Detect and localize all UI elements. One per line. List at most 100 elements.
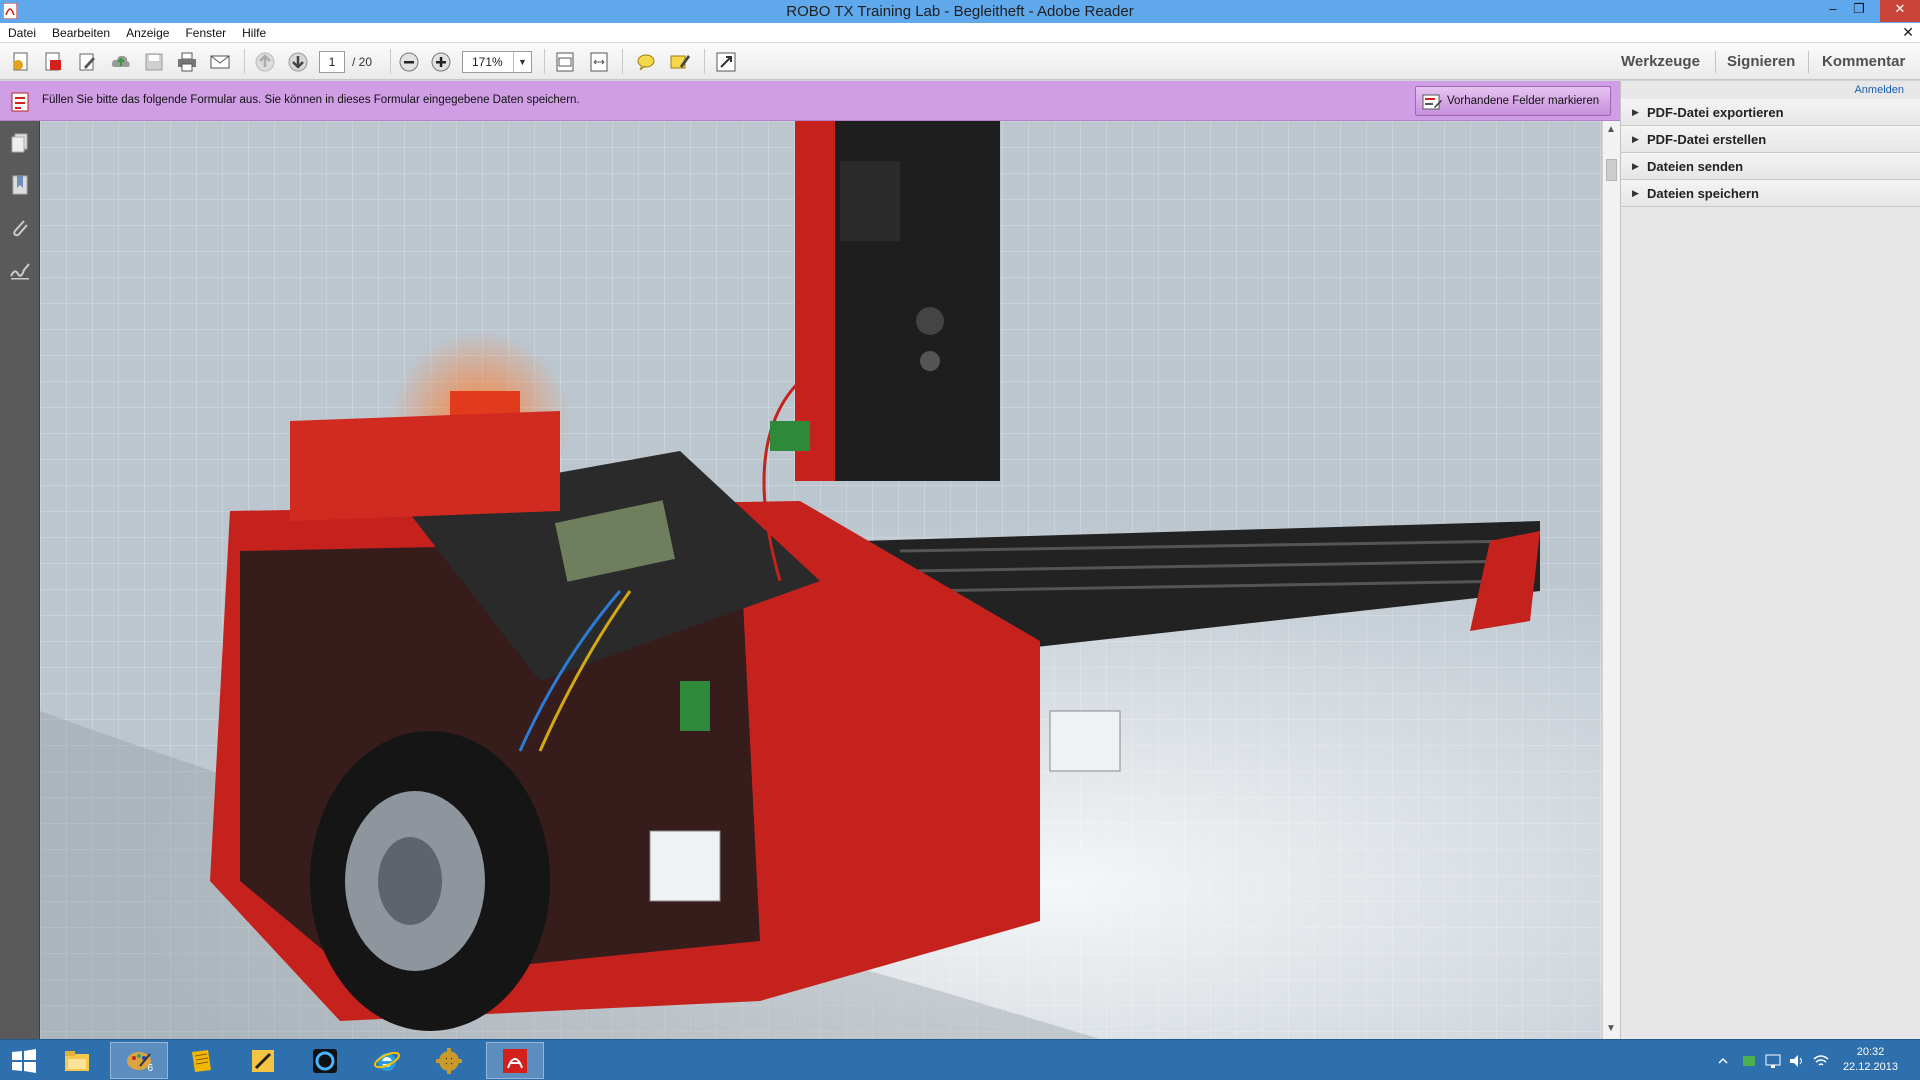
print-button[interactable]	[174, 49, 200, 74]
expand-triangle-icon: ▶	[1632, 134, 1639, 144]
taskbar-app-editor[interactable]	[234, 1042, 292, 1079]
document-view[interactable]	[40, 121, 1602, 1039]
fit-width-icon	[590, 52, 608, 71]
document-page-image	[40, 121, 1602, 1039]
create-pdf-button[interactable]	[8, 49, 34, 74]
window-count-badge: 6	[147, 1063, 153, 1074]
fit-page-icon	[556, 52, 574, 71]
taskbar-app-ie[interactable]	[358, 1042, 416, 1079]
toolbar-separator	[390, 49, 391, 74]
save-button[interactable]	[141, 49, 167, 74]
section-store-files[interactable]: ▶ Dateien speichern	[1621, 180, 1920, 207]
section-label: Dateien senden	[1647, 159, 1744, 174]
zoom-in-button[interactable]	[428, 49, 454, 74]
clock-date: 22.12.2013	[1842, 1061, 1898, 1073]
page-number-input[interactable]: 1	[319, 51, 345, 73]
wifi-icon[interactable]	[1812, 1051, 1830, 1071]
taskbar-app-adobe-reader[interactable]	[486, 1042, 544, 1079]
section-create-pdf[interactable]: ▶ PDF-Datei erstellen	[1621, 126, 1920, 153]
signatures-icon[interactable]	[9, 260, 31, 282]
chevron-down-icon[interactable]: ▼	[513, 52, 531, 72]
document-scrollbar[interactable]: ▲ ▼	[1602, 121, 1620, 1039]
menu-datei[interactable]: Datei	[0, 23, 44, 40]
print-icon	[178, 52, 196, 71]
windows-logo-icon	[12, 1048, 36, 1073]
tools-pane: Anmelden ▶ PDF-Datei exportieren ▶ PDF-D…	[1620, 81, 1920, 1039]
pane-separator	[1808, 51, 1809, 73]
tools-pane-link[interactable]: Werkzeuge	[1621, 53, 1700, 70]
fit-page-button[interactable]	[552, 49, 578, 74]
zoom-select[interactable]: 171% ▼	[462, 51, 532, 73]
next-page-button[interactable]	[285, 49, 311, 74]
scroll-up-icon[interactable]: ▲	[1606, 124, 1616, 135]
notes-app-icon	[192, 1049, 211, 1072]
create-pdf-icon	[13, 52, 28, 70]
close-document-icon[interactable]: ✕	[1902, 24, 1914, 41]
form-message-text: Füllen Sie bitte das folgende Formular a…	[42, 94, 580, 106]
email-icon	[210, 55, 230, 68]
bookmarks-icon[interactable]	[9, 174, 31, 196]
network-app-tray-icon[interactable]	[1740, 1051, 1758, 1071]
sign-pane-link[interactable]: Signieren	[1727, 53, 1795, 70]
minus-circle-icon	[399, 52, 419, 71]
sign-in-link[interactable]: Anmelden	[1854, 84, 1904, 96]
section-label: PDF-Datei erstellen	[1647, 132, 1767, 147]
close-window-button[interactable]: ✕	[1880, 0, 1920, 22]
network-icon[interactable]	[1764, 1051, 1782, 1071]
attachments-icon[interactable]	[9, 217, 31, 239]
dark-app-icon	[313, 1048, 337, 1073]
adobe-reader-icon	[503, 1048, 527, 1073]
toolbar-separator	[622, 49, 623, 74]
restore-button[interactable]: ❐	[1846, 0, 1872, 20]
create-pdf-red-button[interactable]	[40, 49, 66, 74]
system-clock[interactable]: 20:32 22.12.2013	[1843, 1045, 1898, 1075]
upload-cloud-button[interactable]	[108, 49, 134, 74]
taskbar-app-dark[interactable]	[296, 1042, 354, 1079]
title-bar: ROBO TX Training Lab - Begleitheft - Ado…	[0, 0, 1920, 23]
page-thumbnails-icon[interactable]	[9, 132, 31, 154]
add-comment-button[interactable]	[633, 49, 659, 74]
scrollbar-thumb[interactable]	[1606, 159, 1617, 181]
gear-app-icon	[436, 1047, 462, 1074]
pane-separator	[1715, 51, 1716, 73]
scroll-down-icon[interactable]: ▼	[1606, 1023, 1616, 1034]
save-icon	[145, 53, 163, 70]
taskbar-app-notes[interactable]	[172, 1042, 230, 1079]
volume-icon[interactable]	[1788, 1051, 1806, 1071]
edit-pdf-button[interactable]	[74, 49, 100, 74]
fit-width-button[interactable]	[586, 49, 612, 74]
highlight-button[interactable]	[666, 49, 692, 74]
window-title: ROBO TX Training Lab - Begleitheft - Ado…	[786, 3, 1134, 20]
highlight-fields-button[interactable]: Vorhandene Felder markieren	[1415, 86, 1611, 116]
section-label: Dateien speichern	[1647, 186, 1759, 201]
start-button[interactable]	[0, 1042, 48, 1079]
menu-fenster[interactable]: Fenster	[177, 23, 234, 40]
show-hidden-icons[interactable]	[1716, 1051, 1730, 1071]
arrow-down-icon	[288, 52, 308, 71]
highlighter-icon	[670, 54, 690, 68]
email-button[interactable]	[207, 49, 233, 74]
zoom-value: 171%	[472, 55, 503, 69]
menu-hilfe[interactable]: Hilfe	[234, 23, 274, 40]
comment-pane-link[interactable]: Kommentar	[1822, 53, 1905, 70]
full-screen-button[interactable]	[713, 49, 739, 74]
zoom-out-button[interactable]	[396, 49, 422, 74]
section-send-files[interactable]: ▶ Dateien senden	[1621, 153, 1920, 180]
toolbar-separator	[544, 49, 545, 74]
taskbar-app-paint[interactable]: 6	[110, 1042, 168, 1079]
previous-page-button[interactable]	[252, 49, 278, 74]
page-total: / 20	[352, 55, 373, 69]
taskbar-app-explorer[interactable]	[48, 1042, 106, 1079]
minimize-button[interactable]: –	[1820, 0, 1846, 20]
taskbar-app-gear[interactable]	[420, 1042, 478, 1079]
menu-bearbeiten[interactable]: Bearbeiten	[44, 23, 118, 40]
highlight-fields-icon	[1422, 94, 1442, 110]
menu-anzeige[interactable]: Anzeige	[118, 23, 177, 40]
expand-triangle-icon: ▶	[1632, 188, 1639, 198]
plus-circle-icon	[431, 52, 451, 71]
section-export-pdf[interactable]: ▶ PDF-Datei exportieren	[1621, 99, 1920, 126]
comment-icon	[637, 54, 655, 70]
pdf-document-icon	[45, 52, 61, 70]
expand-icon	[716, 52, 736, 71]
internet-explorer-icon	[374, 1051, 400, 1071]
